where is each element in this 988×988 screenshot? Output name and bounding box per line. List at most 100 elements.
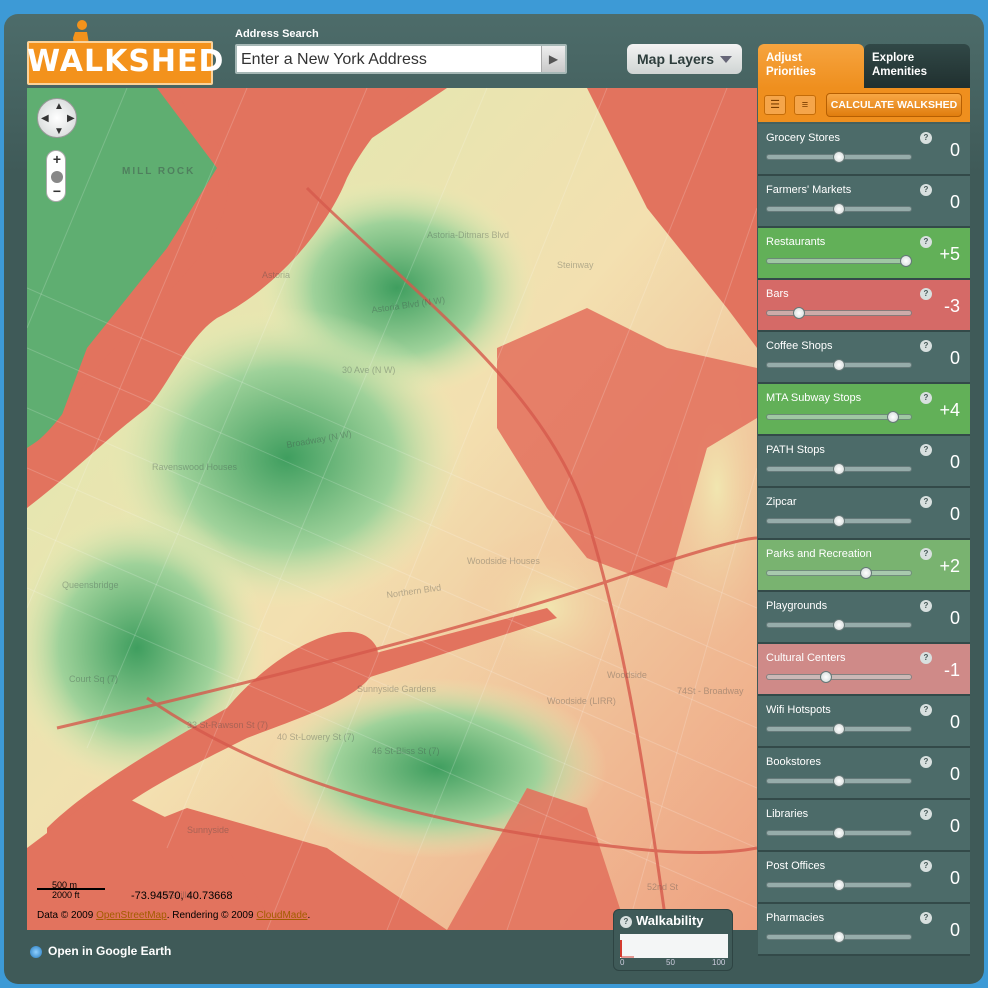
logo-text: WALKSHED	[27, 44, 225, 79]
map-label: Astoria	[262, 270, 290, 280]
priority-value: -1	[943, 660, 960, 680]
priorities-panel: Adjust Priorities Explore Amenities ☰ ≡ …	[758, 44, 970, 968]
priority-slider[interactable]	[766, 619, 912, 631]
cloudmade-link[interactable]: CloudMade	[256, 910, 307, 921]
tab-adjust-priorities[interactable]: Adjust Priorities	[758, 44, 864, 88]
help-icon[interactable]: ?	[920, 132, 932, 144]
pan-left-icon[interactable]: ◀	[41, 113, 49, 124]
priority-slider[interactable]	[766, 671, 912, 683]
priority-slider[interactable]	[766, 775, 912, 787]
slider-thumb[interactable]	[833, 515, 845, 527]
map-attribution: Data © 2009 OpenStreetMap. Rendering © 2…	[37, 910, 310, 921]
priority-value: 0	[949, 608, 960, 628]
slider-thumb[interactable]	[793, 307, 805, 319]
slider-thumb[interactable]	[833, 619, 845, 631]
map-label: 40 St-Lowery St (7)	[277, 732, 355, 742]
tab-label: Explore	[872, 52, 915, 64]
openstreetmap-link[interactable]: OpenStreetMap	[96, 910, 167, 921]
map-label: 33 St-Rawson St (7)	[187, 720, 268, 730]
map-layers-label: Map Layers	[637, 51, 715, 67]
slider-thumb[interactable]	[900, 255, 912, 267]
help-icon[interactable]: ?	[920, 184, 932, 196]
zoom-slider-knob[interactable]	[51, 171, 63, 183]
map-label: Astoria-Ditmars Blvd	[427, 230, 509, 240]
slider-thumb[interactable]	[833, 203, 845, 215]
open-google-earth-link[interactable]: Open in Google Earth	[30, 944, 171, 958]
help-icon[interactable]: ?	[920, 808, 932, 820]
zoom-out-button[interactable]: −	[47, 183, 67, 199]
priority-slider[interactable]	[766, 255, 912, 267]
help-icon[interactable]: ?	[920, 912, 932, 924]
help-icon[interactable]: ?	[920, 704, 932, 716]
help-icon[interactable]: ?	[920, 860, 932, 872]
slider-thumb[interactable]	[833, 463, 845, 475]
priority-slider[interactable]	[766, 203, 912, 215]
help-icon[interactable]: ?	[920, 756, 932, 768]
calculate-walkshed-button[interactable]: CALCULATE WALKSHED	[826, 93, 962, 117]
slider-thumb[interactable]	[887, 411, 899, 423]
search-go-button[interactable]: ▶	[541, 46, 565, 72]
tab-explore-amenities[interactable]: Explore Amenities	[864, 44, 970, 88]
address-search-input[interactable]	[241, 50, 541, 70]
sliders-vertical-icon[interactable]: ☰	[764, 95, 786, 115]
scale-feet: 2000 ft	[52, 890, 80, 900]
slider-thumb[interactable]	[833, 827, 845, 839]
slider-thumb[interactable]	[833, 931, 845, 943]
slider-thumb[interactable]	[833, 151, 845, 163]
help-icon[interactable]: ?	[920, 392, 932, 404]
priority-slider[interactable]	[766, 411, 912, 423]
priority-row: Farmers' Markets? 0	[758, 176, 970, 228]
help-icon[interactable]: ?	[920, 236, 932, 248]
zoom-in-button[interactable]: +	[47, 151, 67, 167]
priority-value: 0	[949, 712, 960, 732]
legend-tick: 0	[620, 958, 625, 967]
priority-slider[interactable]	[766, 723, 912, 735]
pan-right-icon[interactable]: ▶	[67, 113, 75, 124]
priority-slider[interactable]	[766, 359, 912, 371]
chevron-down-icon	[720, 56, 732, 63]
help-icon[interactable]: ?	[920, 288, 932, 300]
walkshed-logo[interactable]: WALKSHED	[27, 20, 225, 86]
priority-slider[interactable]	[766, 931, 912, 943]
walkshed-map[interactable]: MILL ROCK Astoria Astoria Blvd (N W) Ast…	[27, 88, 757, 930]
priority-slider[interactable]	[766, 515, 912, 527]
help-icon[interactable]: ?	[920, 340, 932, 352]
priority-label: MTA Subway Stops	[766, 392, 862, 404]
map-layers-dropdown[interactable]: Map Layers	[627, 44, 742, 74]
slider-thumb[interactable]	[820, 671, 832, 683]
pan-control[interactable]: ▲ ▼ ◀ ▶	[37, 98, 77, 138]
histogram-svg	[620, 940, 634, 958]
priority-slider[interactable]	[766, 827, 912, 839]
priority-slider[interactable]	[766, 463, 912, 475]
map-label: MILL ROCK	[122, 166, 195, 177]
priority-value: -3	[943, 296, 960, 316]
priority-slider[interactable]	[766, 567, 912, 579]
priority-slider[interactable]	[766, 307, 912, 319]
scale-bar: 500 m 2000 ft	[37, 880, 107, 900]
sliders-horizontal-icon[interactable]: ≡	[794, 95, 816, 115]
slider-thumb[interactable]	[833, 723, 845, 735]
slider-thumb[interactable]	[833, 359, 845, 371]
priority-row: Parks and Recreation? +2	[758, 540, 970, 592]
map-label: Court Sq (7)	[69, 674, 118, 684]
priority-slider[interactable]	[766, 151, 912, 163]
map-label: Woodside	[607, 670, 647, 680]
walkability-legend: ? Walkability 0 50 100	[613, 909, 733, 971]
help-icon[interactable]: ?	[620, 915, 632, 928]
priority-slider[interactable]	[766, 879, 912, 891]
pan-up-icon[interactable]: ▲	[54, 101, 64, 112]
priority-label: Grocery Stores	[766, 132, 840, 144]
help-icon[interactable]: ?	[920, 600, 932, 612]
help-icon[interactable]: ?	[920, 444, 932, 456]
priority-value: 0	[949, 504, 960, 524]
pan-down-icon[interactable]: ▼	[54, 126, 64, 137]
walkshed-app: WALKSHED Address Search ▶ Map Layers	[4, 14, 984, 984]
help-icon[interactable]: ?	[920, 652, 932, 664]
help-icon[interactable]: ?	[920, 548, 932, 560]
help-icon[interactable]: ?	[920, 496, 932, 508]
slider-thumb[interactable]	[833, 775, 845, 787]
priority-value: 0	[949, 868, 960, 888]
slider-thumb[interactable]	[860, 567, 872, 579]
priority-label: Coffee Shops	[766, 340, 833, 352]
slider-thumb[interactable]	[833, 879, 845, 891]
